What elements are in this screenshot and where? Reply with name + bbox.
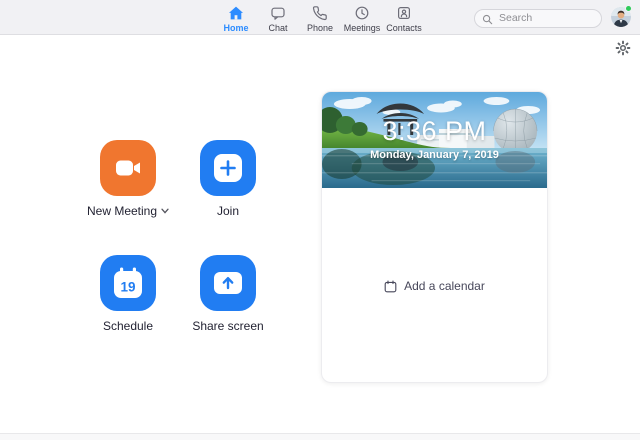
add-calendar-label: Add a calendar — [404, 279, 485, 293]
search-input[interactable] — [474, 9, 602, 28]
join-label: Join — [217, 204, 239, 218]
home-widget-card: 3:36 PM Monday, January 7, 2019 Add a ca… — [321, 91, 548, 383]
tab-home-label: Home — [223, 23, 248, 33]
add-calendar-link[interactable]: Add a calendar — [384, 279, 485, 293]
tab-contacts-label: Contacts — [386, 23, 422, 33]
gear-icon — [615, 40, 631, 56]
tab-meetings[interactable]: Meetings — [341, 0, 383, 35]
tab-meetings-label: Meetings — [344, 23, 381, 33]
settings-button[interactable] — [615, 40, 631, 56]
action-join: Join — [168, 140, 288, 218]
schedule-button[interactable]: 19 — [100, 255, 156, 311]
new-meeting-label: New Meeting — [87, 204, 169, 218]
share-screen-arrow-icon — [213, 271, 243, 295]
top-navigation-bar: Home Chat Phone Meetings — [0, 0, 640, 35]
calendar-icon: 19 — [113, 267, 143, 299]
main-nav-tabs: Home Chat Phone Meetings — [215, 0, 425, 35]
widget-photo: 3:36 PM Monday, January 7, 2019 — [322, 92, 547, 188]
video-camera-icon — [113, 153, 143, 183]
window-bottom-edge — [0, 433, 640, 440]
plus-icon — [213, 153, 243, 183]
search-box — [474, 8, 602, 27]
tab-contacts[interactable]: Contacts — [383, 0, 425, 35]
new-meeting-button[interactable] — [100, 140, 156, 196]
tab-chat[interactable]: Chat — [257, 0, 299, 35]
contact-card-icon — [396, 5, 412, 21]
calendar-day-number: 19 — [120, 280, 135, 295]
widget-body: Add a calendar — [322, 188, 547, 383]
phone-handset-icon — [312, 5, 328, 21]
new-meeting-label-text: New Meeting — [87, 204, 157, 218]
schedule-label: Schedule — [103, 319, 153, 333]
share-screen-button[interactable] — [200, 255, 256, 311]
tab-phone[interactable]: Phone — [299, 0, 341, 35]
tab-home[interactable]: Home — [215, 0, 257, 35]
join-button[interactable] — [200, 140, 256, 196]
tab-chat-label: Chat — [268, 23, 287, 33]
clock-icon — [354, 5, 370, 21]
user-avatar[interactable] — [611, 7, 631, 27]
chat-bubble-icon — [270, 5, 286, 21]
tab-phone-label: Phone — [307, 23, 333, 33]
lakeside-photo-illustration — [322, 92, 547, 188]
online-status-dot — [625, 5, 632, 12]
calendar-outline-icon — [384, 280, 397, 293]
home-icon — [228, 5, 244, 21]
share-screen-label: Share screen — [192, 319, 263, 333]
zoom-home-window: Home Chat Phone Meetings — [0, 0, 640, 440]
action-share-screen: Share screen — [168, 255, 288, 333]
